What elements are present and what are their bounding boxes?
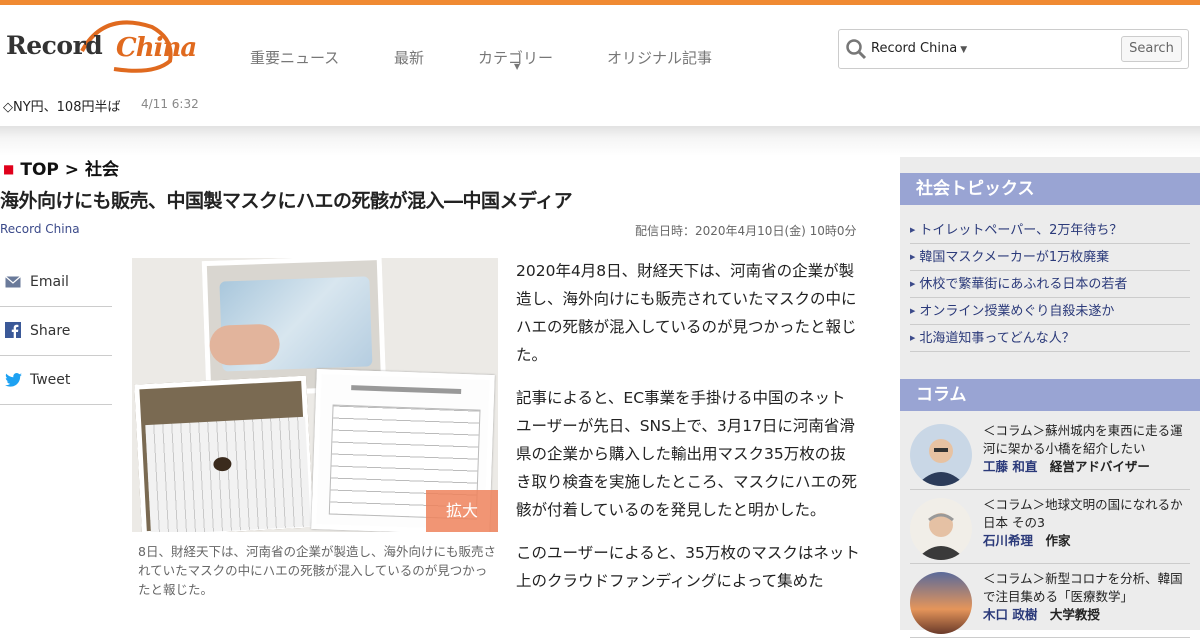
email-icon [5, 276, 21, 288]
sidebar-topic-item[interactable]: ▶ トイレットペーパー、2万年待ち？ [910, 217, 1190, 244]
news-ticker-time: 4/11 6:32 [141, 97, 199, 111]
column-item[interactable]: ＜コラム＞地球文明の国になれるか日本 その3 石川希理 作家 [910, 490, 1190, 564]
search-input[interactable] [965, 36, 1115, 62]
news-ticker-text[interactable]: ◇NY円、108円半ば [3, 96, 120, 115]
article-paragraph: 記事によると、EC事業を手掛ける中国のネットユーザーが先日、SNS上で、3月17… [516, 389, 858, 519]
sidebar-topics-heading: 社会トピックス [900, 173, 1200, 205]
column-title: ＜コラム＞地球文明の国になれるか日本 その3 [983, 497, 1183, 530]
nav-original-articles[interactable]: オリジナル記事 [607, 47, 712, 68]
article-title: 海外向けにも販売、中国製マスクにハエの死骸が混入―中国メディア [0, 190, 573, 212]
header-divider-band [0, 126, 1200, 156]
avatar [910, 498, 972, 560]
triangle-right-icon: ▶ [910, 334, 916, 342]
column-title: ＜コラム＞蘇州城内を東西に走る運河に架かる小橋を紹介したい [983, 423, 1183, 456]
site-logo[interactable]: Record China [4, 17, 197, 75]
share-facebook-button[interactable]: Share [0, 307, 112, 356]
share-facebook-label: Share [30, 323, 71, 339]
article-body: 2020年4月8日、財経天下は、河南省の企業が製造し、海外向けにも販売されていた… [516, 257, 860, 610]
logo-text-china: China [116, 33, 197, 63]
share-email-button[interactable]: Email [0, 258, 112, 307]
triangle-right-icon: ▶ [910, 253, 916, 261]
share-twitter-button[interactable]: Tweet [0, 356, 112, 405]
search-button[interactable]: Search [1121, 36, 1182, 62]
article-source[interactable]: Record China [0, 222, 80, 236]
sidebar-topic-item[interactable]: ▶ 北海道知事ってどんな人？ [910, 325, 1190, 352]
breadcrumb-top[interactable]: TOP [20, 160, 59, 180]
article-paragraph: このユーザーによると、35万枚のマスクはネット上のクラウドファンディングによって… [516, 544, 860, 590]
column-author: 石川希理 作家 [983, 533, 1071, 548]
column-author: 工藤 和直 経営アドバイザー [983, 459, 1150, 474]
photo-mask-with-fly [134, 375, 314, 532]
photo-caption: 8日、財経天下は、河南省の企業が製造し、海外向けにも販売されていたマスクの中にハ… [138, 544, 496, 597]
triangle-right-icon: ▶ [910, 307, 916, 315]
avatar [910, 572, 972, 634]
hand [208, 323, 281, 366]
report-heading-line [351, 385, 462, 394]
twitter-icon [5, 373, 22, 387]
column-author: 木口 政樹 大学教授 [983, 607, 1100, 622]
logo-text-record: Record [6, 31, 103, 60]
breadcrumb: ■ TOP > 社会 [3, 155, 119, 180]
chevron-down-icon: ▼ [514, 62, 521, 71]
sidebar-column-heading: コラム [900, 379, 1200, 411]
share-email-label: Email [30, 274, 69, 290]
column-item[interactable]: ＜コラム＞蘇州城内を東西に走る運河に架かる小橋を紹介したい 工藤 和直 経営アド… [910, 416, 1190, 490]
sidebar-topic-item[interactable]: ▶ 休校で繁華街にあふれる日本の若者 [910, 271, 1190, 298]
avatar [910, 424, 972, 486]
mask-closeup [145, 416, 311, 532]
article-date: 配信日時：2020年4月10日(金) 10時0分 [635, 224, 857, 238]
search-box: Record China ▼ Search [838, 29, 1189, 69]
facebook-icon [5, 322, 21, 338]
nav-top-news[interactable]: 重要ニュース [250, 47, 339, 68]
triangle-right-icon: ▶ [910, 226, 916, 234]
triangle-right-icon: ▶ [910, 280, 916, 288]
nav-latest[interactable]: 最新 [394, 47, 424, 68]
column-title: ＜コラム＞新型コロナを分析、韓国で注目集める「医療数学」 [983, 571, 1183, 604]
share-twitter-label: Tweet [30, 372, 71, 388]
breadcrumb-separator: > [64, 160, 80, 180]
column-item[interactable]: ＜コラム＞新型コロナを分析、韓国で注目集める「医療数学」 木口 政樹 大学教授 [910, 564, 1190, 638]
article-paragraph: 2020年4月8日、財経天下は、河南省の企業が製造し、海外向けにも販売されていた… [516, 262, 857, 364]
sidebar-topic-item[interactable]: ▶ オンライン授業めぐり自殺未遂か [910, 298, 1190, 325]
sidebar-topic-item[interactable]: ▶ 韓国マスクメーカーが1万枚廃棄 [910, 244, 1190, 271]
breadcrumb-section[interactable]: 社会 [85, 160, 119, 180]
search-icon [846, 39, 867, 60]
red-square-icon: ■ [3, 162, 15, 176]
search-scope-select[interactable]: Record China ▼ [871, 41, 967, 56]
zoom-button[interactable]: 拡大 [426, 490, 498, 532]
